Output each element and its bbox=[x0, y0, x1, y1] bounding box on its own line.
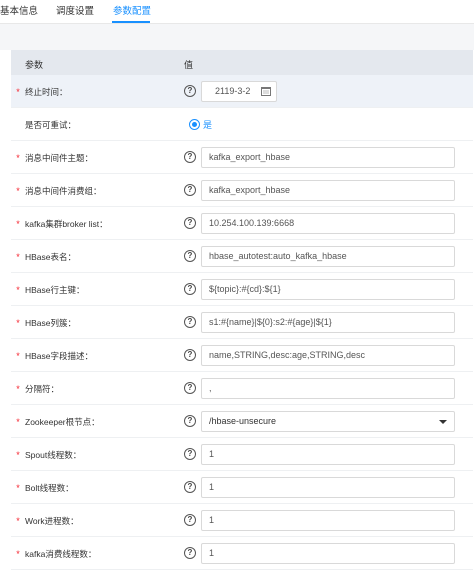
table-row: * kafka集群broker list： ? 10.254.100.139:6… bbox=[11, 207, 473, 240]
row-label: 分隔符： bbox=[25, 383, 60, 394]
required-marker: * bbox=[16, 383, 20, 394]
row-label: HBase表名： bbox=[25, 251, 77, 262]
radio-checked-icon[interactable] bbox=[189, 119, 200, 130]
zookeeper-root-select[interactable]: /hbase-unsecure bbox=[201, 411, 455, 432]
table-row: * 分隔符： ? , bbox=[11, 372, 473, 405]
required-marker: * bbox=[16, 482, 20, 493]
help-icon[interactable]: ? bbox=[184, 217, 196, 229]
hbase-rowkey-input[interactable]: ${topic}:#{cd}:${1} bbox=[201, 279, 455, 300]
required-marker: * bbox=[16, 251, 20, 262]
help-icon[interactable]: ? bbox=[184, 85, 196, 97]
row-label: kafka消费线程数： bbox=[25, 548, 97, 559]
help-icon[interactable]: ? bbox=[184, 184, 196, 196]
row-label: 消息中间件主题： bbox=[25, 152, 94, 163]
row-label: Zookeeper根节点： bbox=[25, 416, 100, 427]
table-row: 是否可重试： 是 bbox=[11, 108, 473, 141]
help-icon[interactable]: ? bbox=[184, 514, 196, 526]
row-label: HBase行主键： bbox=[25, 284, 85, 295]
select-value: /hbase-unsecure bbox=[209, 416, 277, 426]
table-row: * HBase行主键： ? ${topic}:#{cd}:${1} bbox=[11, 273, 473, 306]
calendar-icon[interactable] bbox=[261, 87, 271, 96]
help-icon[interactable]: ? bbox=[184, 448, 196, 460]
work-processes-input[interactable]: 1 bbox=[201, 510, 455, 531]
help-icon[interactable]: ? bbox=[184, 481, 196, 493]
table-row: * HBase列簇： ? s1:#{name}|${0}:s2:#{age}|$… bbox=[11, 306, 473, 339]
required-marker: * bbox=[16, 317, 20, 328]
content-top-band bbox=[0, 24, 474, 50]
row-label: HBase字段描述： bbox=[25, 350, 94, 361]
row-label: kafka集群broker list： bbox=[25, 218, 108, 229]
tab-basic-info[interactable]: 基本信息 bbox=[0, 3, 38, 17]
required-marker: * bbox=[16, 449, 20, 460]
help-icon[interactable]: ? bbox=[184, 415, 196, 427]
delimiter-input[interactable]: , bbox=[201, 378, 455, 399]
required-marker: * bbox=[16, 284, 20, 295]
bolt-threads-input[interactable]: 1 bbox=[201, 477, 455, 498]
broker-list-input[interactable]: 10.254.100.139:6668 bbox=[201, 213, 455, 234]
required-marker: * bbox=[16, 515, 20, 526]
required-marker: * bbox=[16, 416, 20, 427]
table-header: 参数 值 bbox=[11, 50, 473, 75]
table-row: * 消息中间件消费组： ? kafka_export_hbase bbox=[11, 174, 473, 207]
param-table: 参数 值 * 终止时间： ? 2119-3-2 是否可重试： 是 * 消息中间件… bbox=[11, 50, 473, 574]
required-marker: * bbox=[16, 185, 20, 196]
header-value: 值 bbox=[184, 60, 194, 70]
tab-param-config[interactable]: 参数配置 bbox=[113, 3, 151, 17]
table-row: * 终止时间： ? 2119-3-2 bbox=[11, 75, 473, 108]
hbase-table-input[interactable]: hbase_autotest:auto_kafka_hbase bbox=[201, 246, 455, 267]
spout-threads-input[interactable]: 1 bbox=[201, 444, 455, 465]
help-icon[interactable]: ? bbox=[184, 316, 196, 328]
help-icon[interactable]: ? bbox=[184, 283, 196, 295]
help-icon[interactable]: ? bbox=[184, 151, 196, 163]
consumer-group-input[interactable]: kafka_export_hbase bbox=[201, 180, 455, 201]
topic-input[interactable]: kafka_export_hbase bbox=[201, 147, 455, 168]
table-row: * HBase表名： ? hbase_autotest:auto_kafka_h… bbox=[11, 240, 473, 273]
hbase-column-family-input[interactable]: s1:#{name}|${0}:s2:#{age}|${1} bbox=[201, 312, 455, 333]
help-icon[interactable]: ? bbox=[184, 349, 196, 361]
row-label: Spout线程数： bbox=[25, 449, 82, 460]
hbase-field-desc-input[interactable]: name,STRING,desc:age,STRING,desc bbox=[201, 345, 455, 366]
tab-schedule-settings[interactable]: 调度设置 bbox=[56, 3, 94, 17]
row-label: Bolt线程数： bbox=[25, 482, 74, 493]
table-row: * Bolt线程数： ? 1 bbox=[11, 471, 473, 504]
kafka-consumer-threads-input[interactable]: 1 bbox=[201, 543, 455, 564]
required-marker: * bbox=[16, 152, 20, 163]
required-marker: * bbox=[16, 548, 20, 559]
end-time-datepicker[interactable]: 2119-3-2 bbox=[201, 81, 277, 102]
row-label: Work进程数： bbox=[25, 515, 79, 526]
header-param: 参数 bbox=[25, 60, 44, 70]
help-icon[interactable]: ? bbox=[184, 547, 196, 559]
tab-bar: 基本信息 调度设置 参数配置 bbox=[0, 0, 474, 24]
radio-label: 是 bbox=[203, 120, 213, 130]
row-label: 消息中间件消费组： bbox=[25, 185, 102, 196]
caret-down-icon[interactable] bbox=[439, 420, 447, 424]
required-marker: * bbox=[16, 86, 20, 97]
retry-radio-yes[interactable]: 是 bbox=[189, 108, 212, 141]
required-marker: * bbox=[16, 350, 20, 361]
table-row: * kafka消费线程数： ? 1 bbox=[11, 537, 473, 570]
help-icon[interactable]: ? bbox=[184, 250, 196, 262]
active-tab-indicator bbox=[112, 21, 150, 23]
row-label: 是否可重试： bbox=[25, 119, 77, 130]
help-icon[interactable]: ? bbox=[184, 382, 196, 394]
table-row: * 消息中间件主题： ? kafka_export_hbase bbox=[11, 141, 473, 174]
required-marker: * bbox=[16, 218, 20, 229]
row-label: HBase列簇： bbox=[25, 317, 77, 328]
table-row: * Work进程数： ? 1 bbox=[11, 504, 473, 537]
table-row: * Zookeeper根节点： ? /hbase-unsecure bbox=[11, 405, 473, 438]
date-value: 2119-3-2 bbox=[215, 86, 251, 96]
table-row: * HBase字段描述： ? name,STRING,desc:age,STRI… bbox=[11, 339, 473, 372]
table-row: * Spout线程数： ? 1 bbox=[11, 438, 473, 471]
row-label: 终止时间： bbox=[25, 86, 68, 97]
